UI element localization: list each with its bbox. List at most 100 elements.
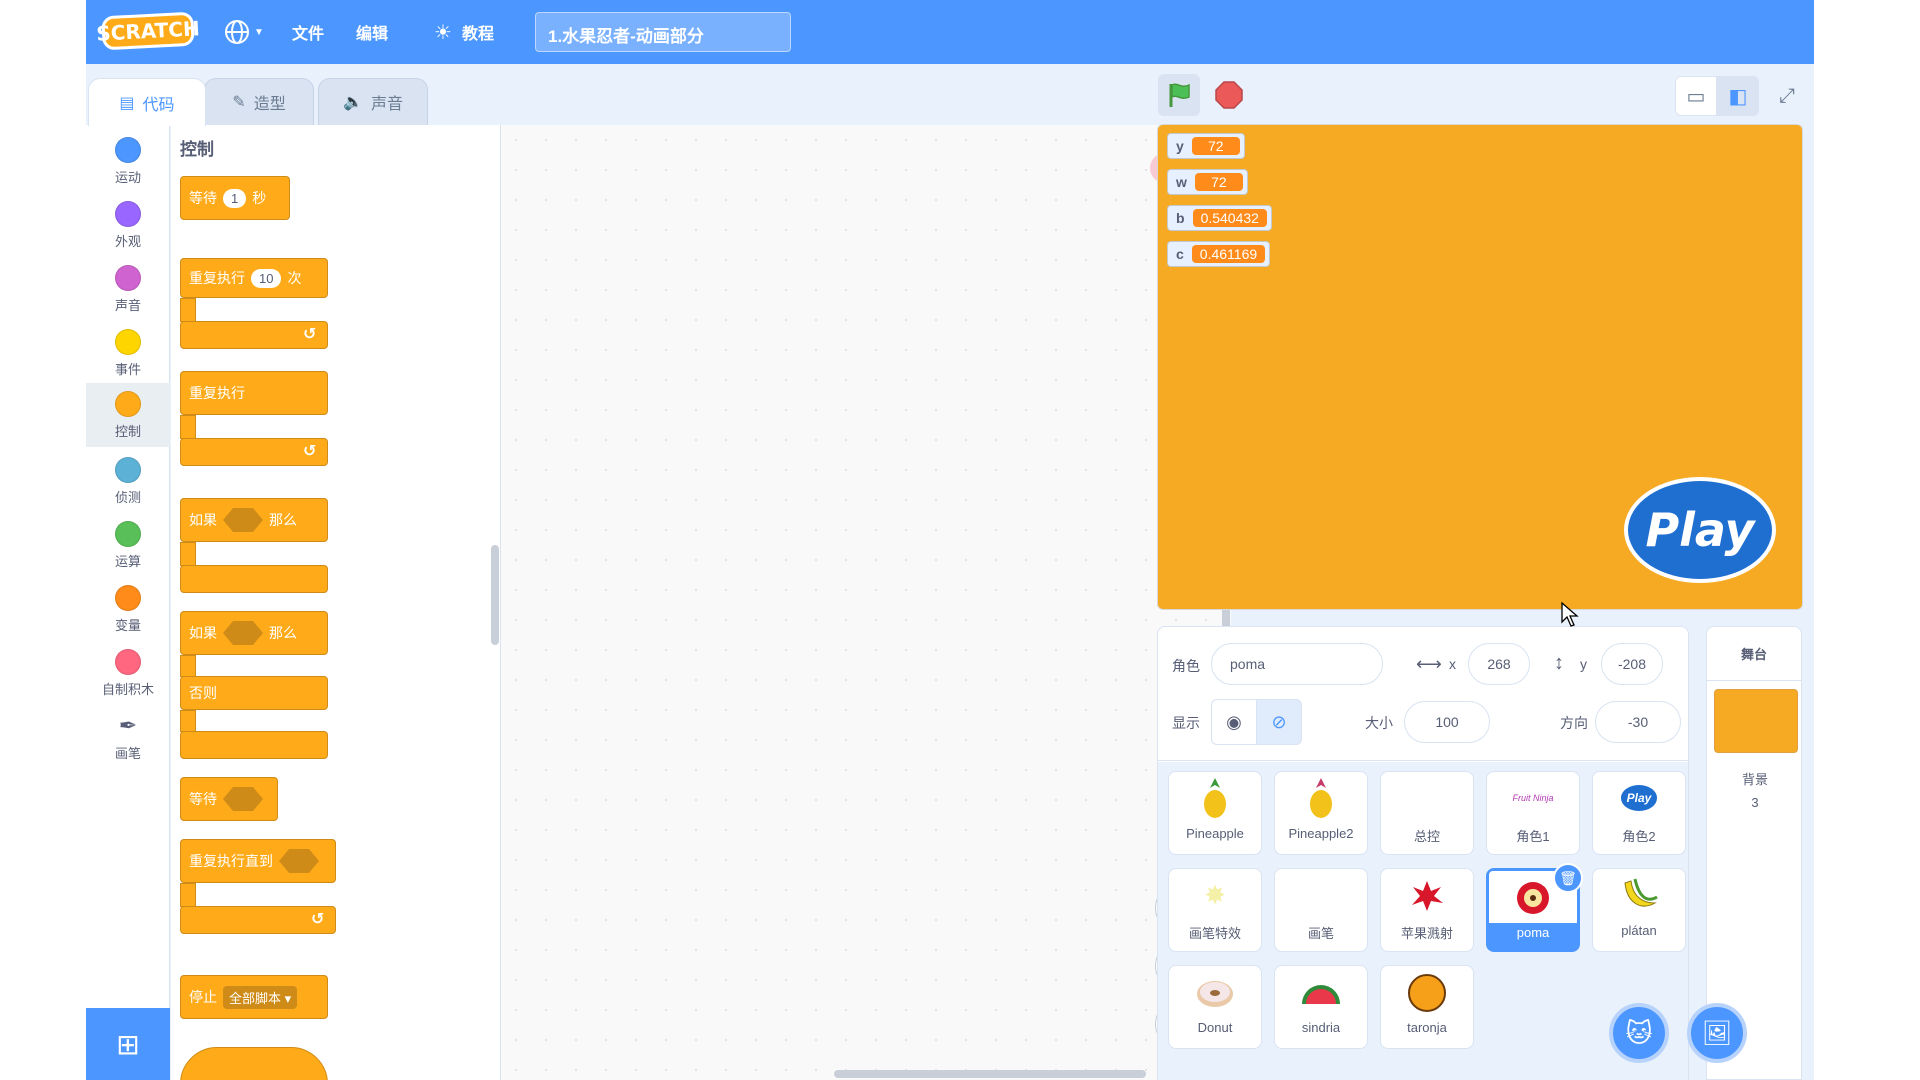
sprite-tile-pen[interactable]: 画笔 [1274, 868, 1368, 952]
category-sound[interactable]: 声音 [86, 257, 170, 321]
block-text: 秒 [252, 190, 267, 206]
speaker-icon: 🔈 [343, 94, 363, 111]
monitor-name: c [1176, 246, 1184, 262]
block-text: 那么 [269, 512, 297, 528]
block-if-then[interactable]: 如果 那么 [180, 498, 328, 542]
sprite-tile-pineapple2[interactable]: Pineapple2 [1274, 771, 1368, 855]
category-control[interactable]: 控制 [86, 383, 170, 447]
edit-menu[interactable]: 编辑 [356, 0, 388, 64]
small-stage-button[interactable]: ▭ [1675, 76, 1717, 116]
category-looks[interactable]: 外观 [86, 193, 170, 257]
sprite-tile-platan[interactable]: plátan [1592, 868, 1686, 952]
block-forever[interactable]: 重复执行 [180, 371, 328, 415]
sprite-name: 角色1 [1516, 829, 1550, 844]
fullscreen-button[interactable]: ⤢ [1766, 76, 1808, 116]
delete-sprite-button[interactable]: 🗑 [1553, 863, 1583, 893]
project-title-input[interactable]: 1.水果忍者-动画部分 [535, 12, 791, 52]
language-menu[interactable]: ▼ [224, 0, 264, 64]
y-position-input[interactable]: -208 [1601, 643, 1663, 685]
hide-sprite-button[interactable]: ⊘ [1256, 699, 1302, 745]
add-extension-button[interactable]: ⊞ [86, 1008, 170, 1080]
sprite-name-input[interactable]: poma [1211, 643, 1383, 685]
sprite-tile-sprite2[interactable]: Play 角色2 [1592, 771, 1686, 855]
tab-costumes-label: 造型 [253, 96, 286, 113]
script-horizontal-scrollbar[interactable] [834, 1070, 1146, 1078]
x-arrows-icon: ⟷ [1416, 654, 1442, 674]
category-my-blocks[interactable]: 自制积木 [86, 641, 170, 705]
tab-code[interactable]: ▤ 代码 [88, 78, 206, 126]
condition-slot[interactable] [223, 508, 263, 532]
show-sprite-button[interactable]: ◉ [1211, 699, 1257, 745]
direction-input[interactable]: -30 [1595, 701, 1681, 743]
sprite-name: Donut [1197, 1020, 1233, 1035]
category-motion[interactable]: 运动 [86, 129, 170, 193]
sprite-name: 画笔 [1307, 926, 1334, 941]
tutorials-menu[interactable]: ☀ 教程 [434, 0, 494, 64]
stage-canvas[interactable]: y 72 w 72 b 0.540432 c 0.461169 Play [1157, 124, 1803, 610]
size-input[interactable]: 100 [1404, 701, 1490, 743]
script-area[interactable] [501, 125, 1231, 1080]
category-label: 自制积木 [101, 682, 154, 697]
choose-sprite-button[interactable]: 🐱 [1609, 1003, 1669, 1063]
block-text: 次 [287, 270, 302, 286]
tab-sounds[interactable]: 🔈 声音 [318, 78, 428, 126]
category-events[interactable]: 事件 [86, 321, 170, 385]
x-position-input[interactable]: 268 [1468, 643, 1530, 685]
monitor-name: y [1176, 138, 1184, 154]
sprite-tile-sindria[interactable]: sindria [1274, 965, 1368, 1049]
monitor-name: w [1176, 174, 1187, 190]
condition-slot[interactable] [223, 787, 263, 811]
block-repeat-until[interactable]: 重复执行直到 [180, 839, 336, 883]
palette-scrollbar[interactable] [491, 545, 499, 645]
sprite-tile-donut[interactable]: Donut [1168, 965, 1262, 1049]
sprite-name: Pineapple [1186, 826, 1244, 841]
sprite-tile-poma[interactable]: poma 🗑 [1486, 863, 1583, 952]
block-repeat[interactable]: 重复执行 10 次 [180, 258, 328, 298]
stop-option-dropdown[interactable]: 全部脚本 ▾ [223, 985, 298, 1009]
category-label: 控制 [114, 424, 141, 439]
category-operators[interactable]: 运算 [86, 513, 170, 577]
chevron-down-icon: ▼ [254, 26, 264, 38]
choose-backdrop-button[interactable]: 🖼 [1687, 1003, 1747, 1063]
category-variables[interactable]: 变量 [86, 577, 170, 641]
sprite-tile-sprite1[interactable]: Fruit Ninja 角色1 [1486, 771, 1580, 855]
block-wait-seconds[interactable]: 等待 1 秒 [180, 176, 290, 220]
backdrop-label: 背景 [1741, 772, 1768, 787]
sprite-tile-pen-effect[interactable]: ✸ 画笔特效 [1168, 868, 1262, 952]
pen-icon: ✒ [118, 713, 138, 738]
play-sprite[interactable]: Play [1624, 477, 1776, 583]
sprite-tile-apple-splash[interactable]: 苹果溅射 [1380, 868, 1474, 952]
condition-slot[interactable] [279, 849, 319, 873]
stop-button[interactable] [1208, 74, 1250, 116]
scratch-logo[interactable]: SCRATCH [96, 11, 200, 51]
empty-sprite-icon [1291, 869, 1351, 921]
motion-dot-icon [115, 137, 141, 163]
sprite-name: 画笔特效 [1188, 926, 1241, 941]
backdrop-thumbnail [1714, 689, 1798, 753]
condition-slot[interactable] [223, 621, 263, 645]
repeat-count-input[interactable]: 10 [251, 268, 282, 288]
eye-icon: ◉ [1226, 711, 1242, 732]
large-stage-icon: ◧ [1728, 85, 1748, 108]
category-menu: 运动 外观 声音 事件 控制 侦测 运算 变量 自制积木 ✒ 画笔 [86, 125, 170, 1080]
block-hat-partial[interactable] [180, 1047, 328, 1080]
variables-dot-icon [115, 585, 141, 611]
tab-costumes[interactable]: ✎ 造型 [204, 78, 314, 126]
block-wait-until[interactable]: 等待 [180, 777, 278, 821]
sprite-name: plátan [1621, 923, 1657, 938]
sprite-tile-pineapple[interactable]: Pineapple [1168, 771, 1262, 855]
file-menu[interactable]: 文件 [292, 0, 324, 64]
large-stage-button[interactable]: ◧ [1717, 76, 1759, 116]
play-button-icon: Play [1609, 772, 1669, 824]
image-plus-icon: 🖼 [1701, 1019, 1733, 1047]
monitor-value: 72 [1194, 173, 1243, 191]
block-stop[interactable]: 停止 全部脚本 ▾ [180, 975, 328, 1019]
block-if-else[interactable]: 如果 那么 [180, 611, 328, 655]
green-flag-button[interactable] [1158, 74, 1200, 116]
wait-seconds-input[interactable]: 1 [223, 188, 247, 208]
category-pen[interactable]: ✒ 画笔 [86, 705, 170, 769]
sprite-tile-controller[interactable]: 总控 [1380, 771, 1474, 855]
sprite-tile-taronja[interactable]: taronja [1380, 965, 1474, 1049]
category-sensing[interactable]: 侦测 [86, 449, 170, 513]
block-text: 重复执行 [189, 385, 245, 401]
